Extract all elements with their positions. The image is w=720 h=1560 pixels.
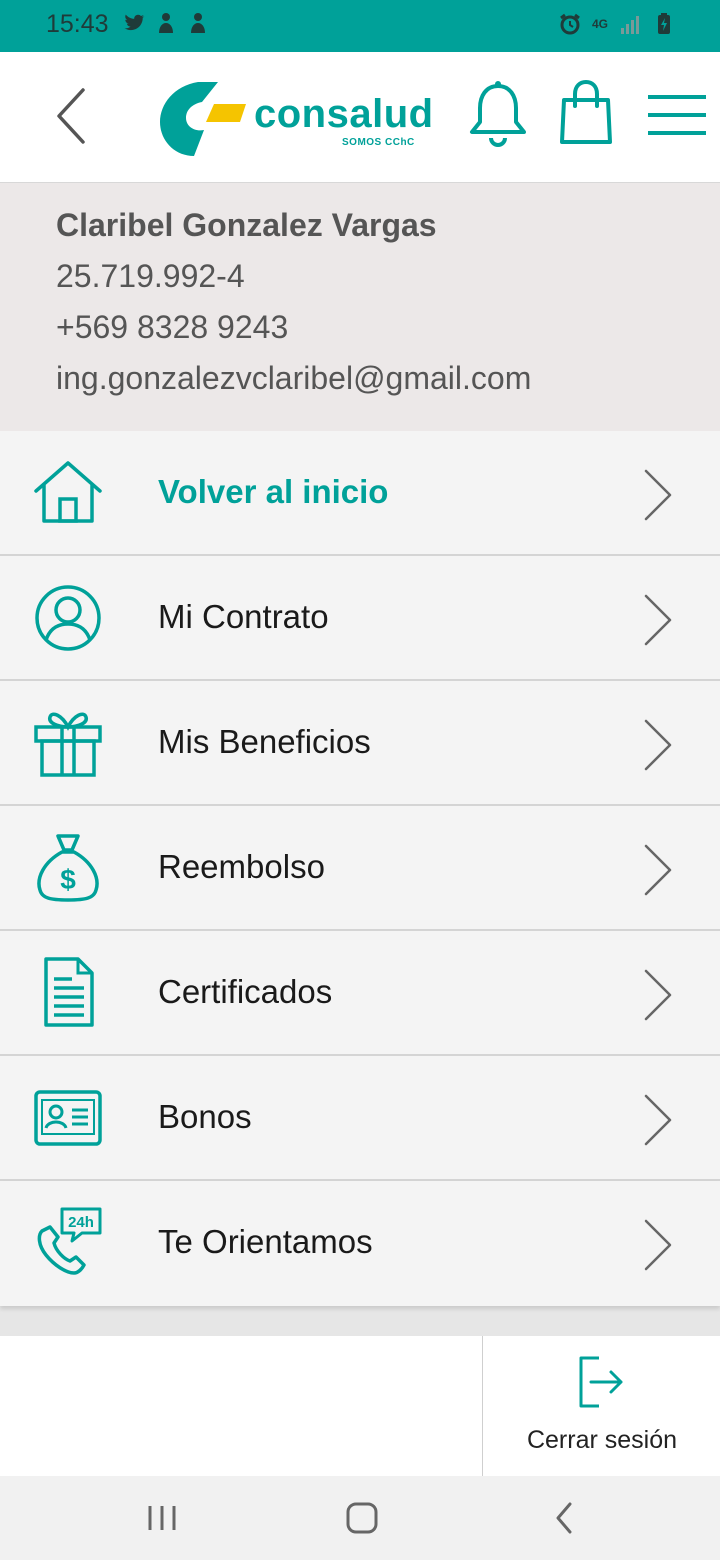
twitter-icon [124,14,145,31]
menu-item-mis-beneficios[interactable]: Mis Beneficios [0,681,720,806]
user-circle-icon [35,585,101,651]
menu-item-label: Reembolso [158,848,325,885]
profile-phone: +569 8328 9243 [56,309,289,345]
menu-list: Volver al inicio Mi Contrato Mis Benefic… [0,431,720,1306]
document-icon [44,957,94,1027]
menu-item-mi-contrato[interactable]: Mi Contrato [0,556,720,681]
profile-email: ing.gonzalezvclaribel@gmail.com [56,360,532,396]
logout-icon [579,1356,623,1408]
alarm-icon [560,13,580,35]
logo-text: consalud [254,92,434,136]
chevron-right-icon [644,469,672,521]
home-nav-icon[interactable] [340,1498,384,1538]
status-right-icons: 4G [558,12,676,36]
phone-24h-icon: 24h [37,1207,102,1275]
status-time: 15:43 [46,10,109,38]
notification-icon [191,13,205,33]
system-nav-bar [0,1476,720,1560]
id-card-icon [34,1090,102,1146]
4g-icon: 4G [592,16,609,31]
footer: Cerrar sesión [0,1336,720,1476]
menu-item-te-orientamos[interactable]: 24h Te Orientamos [0,1181,720,1306]
logo-mark-icon [160,82,246,156]
menu-item-reembolso[interactable]: $ Reembolso [0,806,720,931]
signal-icon [621,16,639,34]
menu-item-label: Mi Contrato [158,598,329,635]
recent-apps-icon[interactable] [140,1498,184,1538]
back-nav-icon[interactable] [542,1498,586,1538]
menu-item-certificados[interactable]: Certificados [0,931,720,1056]
chevron-right-icon [644,844,672,896]
battery-charging-icon [658,13,670,34]
profile-card: Claribel Gonzalez Vargas 25.719.992-4 +5… [0,183,720,431]
menu-item-label: Bonos [158,1098,252,1135]
chevron-right-icon [644,719,672,771]
profile-name: Claribel Gonzalez Vargas [56,207,437,243]
back-button[interactable] [50,84,94,148]
notification-icon [159,13,173,33]
chevron-right-icon [644,594,672,646]
bell-icon[interactable] [466,80,530,148]
shopping-bag-icon[interactable] [556,78,616,148]
consalud-logo: consalud SOMOS CChC [158,80,433,160]
status-left-icons [122,11,210,35]
menu-item-label: Te Orientamos [158,1223,373,1260]
logout-button[interactable]: Cerrar sesión [482,1336,720,1476]
menu-item-label: Mis Beneficios [158,723,371,760]
home-icon [34,461,102,523]
chevron-right-icon [644,1094,672,1146]
logout-label: Cerrar sesión [526,1426,678,1454]
logo-subtitle: SOMOS CChC [342,137,415,148]
hamburger-menu-icon[interactable] [646,92,708,138]
app-header: consalud SOMOS CChC [0,52,720,183]
chevron-right-icon [644,1219,672,1271]
menu-item-label: Certificados [158,973,333,1010]
svg-text:$: $ [60,864,76,895]
profile-rut: 25.719.992-4 [56,258,245,294]
svg-text:24h: 24h [68,1214,94,1231]
status-bar: 15:43 4G [0,0,720,52]
menu-item-bonos[interactable]: Bonos [0,1056,720,1181]
menu-item-label: Volver al inicio [158,473,389,510]
menu-item-volver-al-inicio[interactable]: Volver al inicio [0,431,720,556]
gift-icon [34,712,102,777]
money-bag-icon: $ [37,834,99,902]
chevron-right-icon [644,969,672,1021]
